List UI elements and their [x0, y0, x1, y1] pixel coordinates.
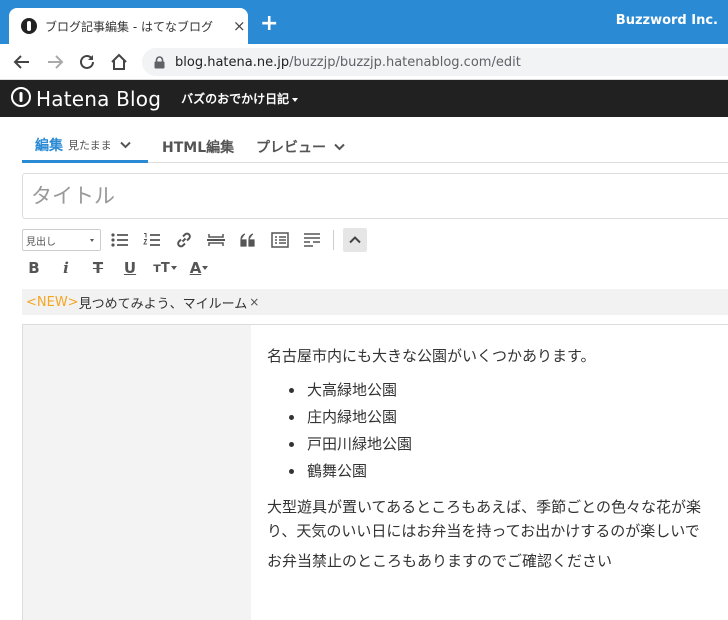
chevron-down-icon — [334, 143, 345, 151]
list-item: 大高緑地公園 — [285, 377, 728, 404]
hatena-header: Hatena Blog バズのおでかけ日記 — [0, 80, 728, 117]
url-host: blog.hatena.ne.jp — [175, 54, 290, 70]
park-list: 大高緑地公園 庄内緑地公園 戸田川緑地公園 鶴舞公園 — [267, 377, 728, 485]
hatena-logo-text: Hatena Blog — [36, 86, 162, 111]
tab-html-edit[interactable]: HTML編集 — [162, 130, 234, 163]
tab-wysiwyg[interactable]: 編集 見たまま — [22, 130, 148, 163]
body-paragraph: お弁当禁止のところもありますのでご確認ください — [267, 552, 613, 570]
caret-down-icon — [292, 97, 299, 102]
chevron-down-icon — [119, 141, 131, 149]
heading-select-value: 見出し — [26, 236, 56, 248]
editor-sidebar — [23, 325, 251, 620]
tab-preview-label: プレビュー — [256, 139, 326, 156]
numbered-list-icon[interactable] — [142, 230, 162, 250]
tab-html-edit-label: HTML編集 — [162, 139, 235, 156]
tab-wysiwyg-label: 編集 — [35, 138, 63, 154]
forward-icon[interactable] — [43, 50, 67, 74]
toolbar-row-2: B i T U тT A — [22, 255, 728, 281]
read-more-icon[interactable] — [302, 230, 322, 250]
tab-title: ブログ記事編集 - はてなブログ — [45, 19, 213, 34]
toolbar-row-1: 見出し — [22, 227, 728, 253]
link-icon[interactable] — [174, 230, 194, 250]
back-icon[interactable] — [10, 50, 34, 74]
blog-name-label: バズのおでかけ日記 — [181, 92, 290, 106]
browser-tab[interactable]: ブログ記事編集 - はてなブログ × — [9, 8, 248, 44]
intro-paragraph: 名古屋市内にも大きな公園がいくつかあります。 — [267, 347, 596, 365]
blog-name-dropdown[interactable]: バズのおでかけ日記 — [181, 90, 299, 107]
new-tab-button[interactable]: + — [260, 13, 278, 35]
collapse-toolbar-icon[interactable] — [343, 228, 367, 252]
tab-close-icon[interactable]: × — [233, 18, 246, 34]
quote-icon[interactable] — [238, 230, 258, 250]
text-color-icon[interactable]: A — [186, 258, 212, 278]
font-size-icon[interactable]: тT — [152, 258, 178, 278]
title-input[interactable] — [22, 173, 728, 219]
category-remove-icon[interactable]: × — [249, 295, 259, 309]
category-label[interactable]: 見つめてみよう、マイルーム — [79, 293, 248, 312]
list-item: 鶴舞公園 — [285, 458, 728, 485]
editor-content[interactable]: 名古屋市内にも大きな公園がいくつかあります。 大高緑地公園 庄内緑地公園 戸田川… — [267, 344, 728, 582]
hatena-logo-icon — [11, 86, 31, 111]
editor-mode-tabs: 編集 見たまま HTML編集 プレビュー — [22, 130, 728, 163]
body-paragraph: 大型遊具が置いてあるところもあえば、季節ごとの色々な花が楽 り、天気のいい日にはお… — [267, 498, 701, 540]
tab-wysiwyg-sublabel: 見たまま — [68, 139, 112, 152]
browser-navbar: blog.hatena.ne.jp/buzzjp/buzzjp.hatenabl… — [0, 44, 728, 80]
profile-name[interactable]: Buzzword Inc. — [616, 13, 718, 28]
home-icon[interactable] — [107, 50, 131, 74]
category-new-tag: <NEW> — [26, 294, 79, 310]
hatena-favicon-icon — [21, 18, 37, 34]
list-item: 庄内緑地公園 — [285, 404, 728, 431]
underline-icon[interactable]: U — [120, 258, 140, 278]
table-of-contents-icon[interactable] — [270, 230, 290, 250]
strikethrough-icon[interactable]: T — [88, 258, 108, 278]
hatena-logo[interactable]: Hatena Blog — [11, 86, 162, 111]
address-bar[interactable]: blog.hatena.ne.jp/buzzjp/buzzjp.hatenabl… — [142, 48, 728, 76]
heading-select[interactable]: 見出し — [22, 229, 101, 251]
url-path: /buzzjp/buzzjp.hatenablog.com/edit — [289, 54, 521, 70]
reload-icon[interactable] — [75, 50, 99, 74]
lock-icon — [154, 55, 165, 69]
list-item: 戸田川緑地公園 — [285, 431, 728, 458]
bold-icon[interactable]: B — [24, 258, 44, 278]
category-bar: <NEW> 見つめてみよう、マイルーム × — [22, 289, 728, 315]
horizontal-rule-icon[interactable] — [206, 230, 226, 250]
editor-area[interactable]: 名古屋市内にも大きな公園がいくつかあります。 大高緑地公園 庄内緑地公園 戸田川… — [22, 324, 728, 620]
toolbar-separator — [333, 230, 334, 250]
tab-preview[interactable]: プレビュー — [256, 130, 345, 163]
bulleted-list-icon[interactable] — [110, 230, 130, 250]
browser-titlebar: ブログ記事編集 - はてなブログ × + Buzzword Inc. — [0, 0, 728, 44]
italic-icon[interactable]: i — [56, 258, 76, 278]
